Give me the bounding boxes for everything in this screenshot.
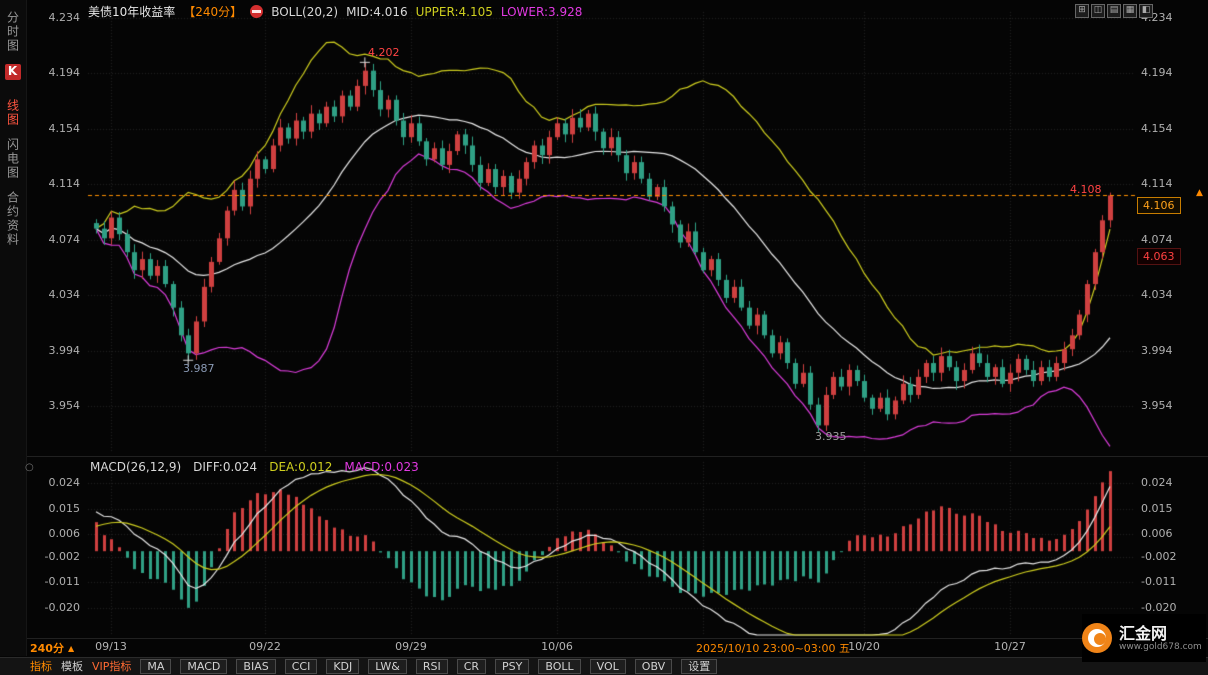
tab-template[interactable]: 模板 xyxy=(61,660,83,673)
previous-close-tag: 4.063 xyxy=(1137,248,1181,265)
tab-vol[interactable]: VOL xyxy=(590,659,626,674)
low-annotation: 3.987 xyxy=(183,362,215,375)
x-axis-label: 10/27 xyxy=(988,640,1032,653)
period-tag: 【240分】 xyxy=(183,3,242,20)
x-axis-label: 09/22 xyxy=(243,640,287,653)
period-selector[interactable]: 240分 ▲ xyxy=(30,640,74,656)
y-axis-label: 4.194 xyxy=(1141,66,1201,79)
macd-header: MACD(26,12,9) DIFF:0.024 DEA:0.012 MACD:… xyxy=(90,460,419,474)
tab-lw[interactable]: LW& xyxy=(368,659,407,674)
y-axis-label: 4.074 xyxy=(1141,233,1201,246)
sidebar-item-tick-chart[interactable]: 闪电图 xyxy=(5,138,22,180)
sidebar-item-kline-chart[interactable]: K 线图 xyxy=(5,64,22,127)
macd-diff-value: DIFF:0.024 xyxy=(193,460,257,474)
y-axis-label: 0.015 xyxy=(1141,502,1201,515)
y-axis-label: 4.154 xyxy=(1141,122,1201,135)
recent-high-annotation: 4.108 xyxy=(1070,183,1102,196)
tab-macd[interactable]: MACD xyxy=(180,659,227,674)
tab-vip-indicator[interactable]: VIP指标 xyxy=(92,660,131,673)
x-axis-label: 09/13 xyxy=(89,640,133,653)
macd-xaxis-divider xyxy=(0,638,1208,639)
sidebar-item-label: 闪电图 xyxy=(6,138,20,180)
huijin-logo-icon xyxy=(1082,623,1112,653)
tab-settings[interactable]: 设置 xyxy=(681,659,717,674)
window-layout-icons: ⊞ ◫ ▤ ▦ ◧ xyxy=(1075,4,1153,18)
price-chart-canvas[interactable] xyxy=(0,0,1208,675)
macd-macd-value: MACD:0.023 xyxy=(344,460,418,474)
y-axis-label: 4.034 xyxy=(1141,288,1201,301)
current-price-tag: 4.106 xyxy=(1137,197,1181,214)
tab-psy[interactable]: PSY xyxy=(495,659,529,674)
indicator-toolbar: 指标 模板 VIP指标 MA MACD BIAS CCI KDJ LW& RSI… xyxy=(0,657,1208,675)
sidebar-item-label: 合约资料 xyxy=(6,191,20,247)
sidebar-item-label: 分时图 xyxy=(6,11,20,53)
sidebar-item-time-chart[interactable]: 分时图 xyxy=(5,11,22,53)
boll-indicator-label: BOLL(20,2) xyxy=(271,5,338,19)
boll-mid-value: MID:4.016 xyxy=(346,5,408,19)
brand-text: 汇金网 www.gold678.com xyxy=(1119,625,1202,652)
x-axis: 240分 ▲ 09/13 09/22 09/29 10/06 10/20 10/… xyxy=(0,640,1208,656)
sidebar-item-label: 线图 xyxy=(6,99,20,127)
layout-grid-icon[interactable]: ▦ xyxy=(1123,4,1137,18)
tab-boll[interactable]: BOLL xyxy=(538,659,580,674)
high-annotation: 4.202 xyxy=(368,46,400,59)
trading-terminal: 分时图 K 线图 闪电图 合约资料 美债10年收益率 【240分】 BOLL(2… xyxy=(0,0,1208,675)
brand-logo[interactable]: 汇金网 www.gold678.com xyxy=(1082,614,1206,662)
period-dropdown-icon: ▲ xyxy=(68,644,74,653)
period-label: 240分 xyxy=(30,640,64,656)
boll-upper-value: UPPER:4.105 xyxy=(416,5,493,19)
pane-toggle-icon[interactable]: ○ xyxy=(25,462,34,473)
tab-cr[interactable]: CR xyxy=(457,659,486,674)
layout-left-icon[interactable]: ◧ xyxy=(1139,4,1153,18)
tab-rsi[interactable]: RSI xyxy=(416,659,448,674)
y-axis-label: 0.024 xyxy=(1141,476,1201,489)
layout-quad-icon[interactable]: ⊞ xyxy=(1075,4,1089,18)
main-macd-divider xyxy=(0,456,1208,457)
layout-rows-icon[interactable]: ▤ xyxy=(1107,4,1121,18)
tab-indicator[interactable]: 指标 xyxy=(30,660,52,673)
tab-cci[interactable]: CCI xyxy=(285,659,318,674)
boll-lower-value: LOWER:3.928 xyxy=(501,5,583,19)
x-axis-label: 09/29 xyxy=(389,640,433,653)
y-axis-label: -0.011 xyxy=(1141,575,1201,588)
brand-name: 汇金网 xyxy=(1119,625,1202,642)
y-axis-label: 3.954 xyxy=(1141,399,1201,412)
y-axis-label: 0.006 xyxy=(1141,527,1201,540)
chart-header: 美债10年收益率 【240分】 BOLL(20,2) MID:4.016 UPP… xyxy=(88,3,582,20)
tab-obv[interactable]: OBV xyxy=(635,659,672,674)
macd-dea-value: DEA:0.012 xyxy=(269,460,332,474)
tab-bias[interactable]: BIAS xyxy=(236,659,275,674)
y-axis-label: 4.114 xyxy=(1141,177,1201,190)
minus-circle-icon[interactable] xyxy=(250,5,263,18)
low-annotation: 3.935 xyxy=(815,430,847,443)
sidebar-item-contract-info[interactable]: 合约资料 xyxy=(5,191,22,247)
crosshair-date-range: 2025/10/10 23:00~03:00 五 xyxy=(684,640,862,656)
left-sidebar: 分时图 K 线图 闪电图 合约资料 xyxy=(0,0,27,656)
brand-url: www.gold678.com xyxy=(1119,642,1202,652)
y-axis-label: -0.020 xyxy=(1141,601,1201,614)
symbol-title: 美债10年收益率 xyxy=(88,3,175,20)
x-axis-label: 10/06 xyxy=(535,640,579,653)
kline-badge: K xyxy=(5,64,21,80)
macd-indicator-label: MACD(26,12,9) xyxy=(90,460,181,474)
layout-split-icon[interactable]: ◫ xyxy=(1091,4,1105,18)
tab-kdj[interactable]: KDJ xyxy=(326,659,359,674)
tab-ma[interactable]: MA xyxy=(140,659,171,674)
y-axis-label: 3.994 xyxy=(1141,344,1201,357)
price-arrow-icon: ▲ xyxy=(1196,188,1203,198)
y-axis-label: -0.002 xyxy=(1141,550,1201,563)
